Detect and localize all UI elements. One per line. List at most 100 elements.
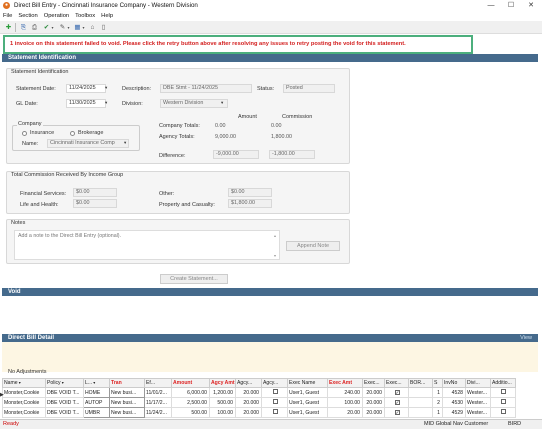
grid-cell-agcy-pct[interactable]: 20.000	[235, 407, 262, 418]
grid-cell-exec-pct[interactable]: 20.000	[362, 407, 385, 418]
grid-cell-exec-pct[interactable]: 20.000	[362, 387, 385, 398]
grid-cell-agcy-amt[interactable]: 1,200.00	[209, 387, 236, 398]
grid-cell-amount[interactable]: 500.00	[171, 407, 210, 418]
menu-file[interactable]: File	[0, 12, 15, 21]
grid-header-cell[interactable]: Divi...	[465, 378, 491, 388]
grid-cell-exec-chk[interactable]: ✓	[384, 407, 409, 418]
scroll-down-icon[interactable]: ▾	[274, 253, 276, 258]
dropdown-icon[interactable]: ▾	[81, 23, 86, 32]
table-row[interactable]: Monster,Cookie DBE VOID T... HOME New busi.…	[2, 387, 516, 398]
section-statement-identification[interactable]: Statement Identification	[2, 54, 538, 62]
brokerage-radio[interactable]	[70, 131, 75, 136]
gl-date-field[interactable]: 11/30/2025	[66, 99, 106, 108]
description-field[interactable]: DBE Stmt - 11/24/2025	[160, 84, 252, 93]
maximize-button[interactable]: ☐	[504, 1, 518, 10]
grid-cell-agcy-chk[interactable]	[261, 397, 288, 408]
grid-cell-div[interactable]: Wester...	[465, 397, 491, 408]
menu-help[interactable]: Help	[98, 12, 116, 21]
filter-icon[interactable]: ▾	[92, 380, 95, 385]
grid-cell-invno[interactable]: 4529	[442, 407, 466, 418]
grid-cell-agcy-amt[interactable]: 100.00	[209, 407, 236, 418]
grid-cell-line[interactable]: AUTOP	[83, 397, 110, 408]
grid-cell-name[interactable]: Monster,Cookie	[2, 407, 46, 418]
document-icon[interactable]: ▯	[99, 23, 108, 32]
grid-cell-policy[interactable]: DBE VOID T...	[45, 407, 84, 418]
add-icon[interactable]: ✚	[4, 23, 13, 32]
grid-cell-exec-chk[interactable]: ✓	[384, 397, 409, 408]
grid-header-cell[interactable]: BOR...	[408, 378, 433, 388]
filter-icon[interactable]: ▾	[61, 380, 64, 385]
grid-cell-bor[interactable]	[408, 387, 433, 398]
menu-section[interactable]: Section	[15, 12, 40, 21]
create-statement-button[interactable]: Create Statement...	[160, 274, 228, 284]
append-note-button[interactable]: Append Note	[286, 241, 340, 251]
grid-cell-agcy-pct[interactable]: 20.000	[235, 387, 262, 398]
grid-cell-tran[interactable]: New busi...	[109, 387, 145, 398]
checkbox[interactable]	[501, 389, 506, 394]
grid-cell-policy[interactable]: DBE VOID T...	[45, 387, 84, 398]
grid-header-cell[interactable]: InvNo	[442, 378, 466, 388]
chevron-down-icon[interactable]: ▾	[221, 100, 223, 106]
checkbox[interactable]	[501, 399, 506, 404]
section-void[interactable]: Void	[2, 288, 538, 296]
grid-cell-s[interactable]: 1	[432, 387, 443, 398]
menu-operation[interactable]: Operation	[41, 12, 72, 21]
grid-cell-exec-name[interactable]: User1, Guest	[287, 397, 328, 408]
table-row[interactable]: Monster,Cookie DBE VOID T... UMBR New busi.…	[2, 407, 516, 418]
print-icon[interactable]: ⎙	[30, 23, 39, 32]
grid-cell-invno[interactable]: 4528	[442, 387, 466, 398]
grid-header-cell[interactable]: L... ▾	[83, 378, 110, 388]
grid-cell-exec-name[interactable]: User1, Guest	[287, 387, 328, 398]
grid-cell-exec-amt[interactable]: 20.00	[327, 407, 363, 418]
grid-cell-amount[interactable]: 2,500.00	[171, 397, 210, 408]
grid-header-cell[interactable]: Name ▾	[2, 378, 46, 388]
checkbox[interactable]	[272, 409, 278, 414]
checkbox[interactable]	[272, 389, 278, 394]
statement-date-picker-icon[interactable]: ▾	[105, 85, 107, 91]
grid-cell-addl[interactable]	[490, 387, 516, 398]
grid-header-cell[interactable]: Agcy Amt	[209, 378, 236, 388]
grid-cell-amount[interactable]: 6,000.00	[171, 387, 210, 398]
grid-header-cell[interactable]: Exec Name	[287, 378, 328, 388]
checkbox[interactable]: ✓	[394, 409, 400, 415]
grid-cell-agcy-pct[interactable]: 20.000	[235, 397, 262, 408]
grid-cell-div[interactable]: Wester...	[465, 387, 491, 398]
checkbox[interactable]	[501, 409, 506, 414]
grid-cell-agcy-chk[interactable]	[261, 387, 288, 398]
gl-date-picker-icon[interactable]: ▾	[105, 100, 107, 106]
checkbox[interactable]	[272, 399, 278, 404]
grid-cell-tran[interactable]: New busi...	[109, 397, 145, 408]
table-row[interactable]: Monster,Cookie DBE VOID T... AUTOP New busi…	[2, 397, 516, 408]
grid-cell-exec-name[interactable]: User1, Guest	[287, 407, 328, 418]
grid-cell-name[interactable]: Monster,Cookie	[2, 387, 46, 398]
grid-cell-line[interactable]: UMBR	[83, 407, 110, 418]
dropdown-icon[interactable]: ▾	[66, 23, 71, 32]
grid-cell-addl[interactable]	[490, 407, 516, 418]
chevron-down-icon[interactable]: ▾	[124, 140, 126, 146]
grid-cell-eff[interactable]: 11/17/2...	[144, 397, 172, 408]
scan-icon[interactable]: ⌂	[88, 23, 97, 32]
grid-cell-exec-amt[interactable]: 100.00	[327, 397, 363, 408]
menu-toolbox[interactable]: Toolbox	[72, 12, 98, 21]
statement-date-field[interactable]: 11/24/2025	[66, 84, 106, 93]
grid-header-cell[interactable]: Amount	[171, 378, 210, 388]
section-direct-bill-detail[interactable]: Direct Bill Detail View	[2, 334, 538, 342]
grid-cell-eff[interactable]: 11/01/2...	[144, 387, 172, 398]
grid-cell-agcy-amt[interactable]: 500.00	[209, 397, 236, 408]
grid-header-cell[interactable]: S	[432, 378, 443, 388]
grid-header-cell[interactable]: Agcy...	[235, 378, 262, 388]
grid-cell-agcy-chk[interactable]	[261, 407, 288, 418]
grid-cell-div[interactable]: Wester...	[465, 407, 491, 418]
grid-header-cell[interactable]: Exec Amt	[327, 378, 363, 388]
grid-cell-bor[interactable]	[408, 397, 433, 408]
scroll-up-icon[interactable]: ▴	[274, 233, 276, 238]
checkbox[interactable]: ✓	[394, 399, 400, 405]
view-link[interactable]: View	[520, 334, 532, 342]
grid-header-cell[interactable]: Tran	[109, 378, 145, 388]
company-name-select[interactable]: Cincinnati Insurance Comp	[47, 139, 129, 148]
grid-cell-exec-pct[interactable]: 20.000	[362, 397, 385, 408]
notes-input[interactable]: Add a note to the Direct Bill Entry (opt…	[14, 230, 280, 260]
grid-header-cell[interactable]: Exec...	[384, 378, 409, 388]
grid-cell-s[interactable]: 1	[432, 407, 443, 418]
minimize-button[interactable]: —	[484, 1, 498, 10]
